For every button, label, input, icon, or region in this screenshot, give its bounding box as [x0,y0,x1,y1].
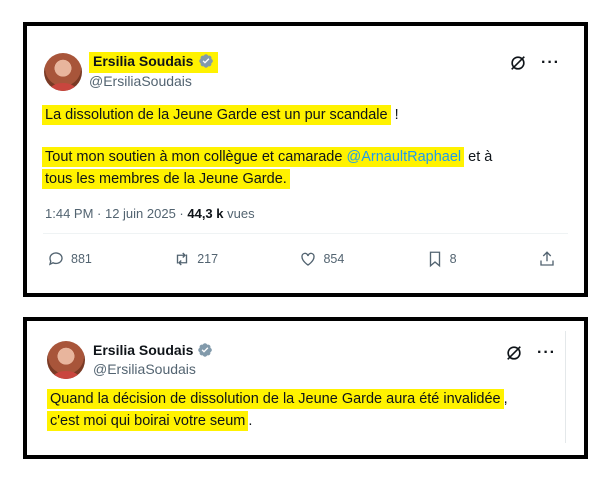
repost-icon [177,252,188,266]
author-name[interactable]: Ersilia Soudais [93,342,193,358]
top-actions: ··· [509,54,560,72]
bookmark-button[interactable]: 8 [426,250,457,268]
reply-icon [48,252,63,266]
tweet-card-1: Ersilia Soudais @ErsiliaSoudais ··· La d… [23,22,588,297]
tweet-card-2: Ersilia Soudais @ErsiliaSoudais ··· Quan… [23,317,588,459]
bookmark-count: 8 [449,252,457,266]
tweet-line-2: c'est moi qui boirai votre seum. [47,410,252,432]
more-icon[interactable]: ··· [537,345,556,361]
timestamp[interactable]: 1:44 PM · 12 juin 2025 · [45,206,187,221]
tweet-line-1: La dissolution de la Jeune Garde est un … [42,104,399,126]
repost-button[interactable]: 217 [173,250,218,268]
mention-link[interactable]: @ArnaultRaphael [346,149,461,165]
author-row: Ersilia Soudais [89,52,218,73]
reply-count: 881 [71,252,92,266]
divider [43,233,568,234]
view-count: 44,3 k [187,206,224,221]
grok-icon[interactable] [505,344,523,362]
more-icon[interactable]: ··· [541,55,560,71]
author-name[interactable]: Ersilia Soudais [93,53,193,69]
reply-button[interactable]: 881 [47,250,92,268]
like-button[interactable]: 854 [299,250,344,268]
action-bar: 881 217 854 8 [47,250,556,268]
bookmark-icon [429,251,440,268]
grok-icon[interactable] [509,54,527,72]
tweet-line-3: tous les membres de la Jeune Garde. [42,168,290,190]
verified-badge-icon [199,54,213,68]
author-row: Ersilia Soudais [93,342,213,358]
verified-badge-icon [198,343,213,357]
tweet-meta: 1:44 PM · 12 juin 2025 · 44,3 k vues [45,206,255,221]
author-handle[interactable]: @ErsiliaSoudais [89,73,192,89]
views-label: vues [223,206,255,221]
avatar[interactable] [47,341,85,379]
share-button[interactable] [538,250,556,268]
like-count: 854 [323,252,345,266]
author-name-highlight: Ersilia Soudais [89,52,218,73]
avatar[interactable] [44,53,82,91]
repost-count: 217 [197,252,219,266]
tweet-text: Quand la décision de dissolution de la J… [47,388,567,432]
tweet-line-1: Quand la décision de dissolution de la J… [47,388,508,410]
share-icon [540,251,554,266]
tweet-text: La dissolution de la Jeune Garde est un … [42,104,572,190]
top-actions: ··· [505,344,556,362]
tweet-line-2: Tout mon soutien à mon collègue et camar… [42,146,492,168]
author-handle[interactable]: @ErsiliaSoudais [93,361,196,377]
heart-icon [301,252,316,266]
